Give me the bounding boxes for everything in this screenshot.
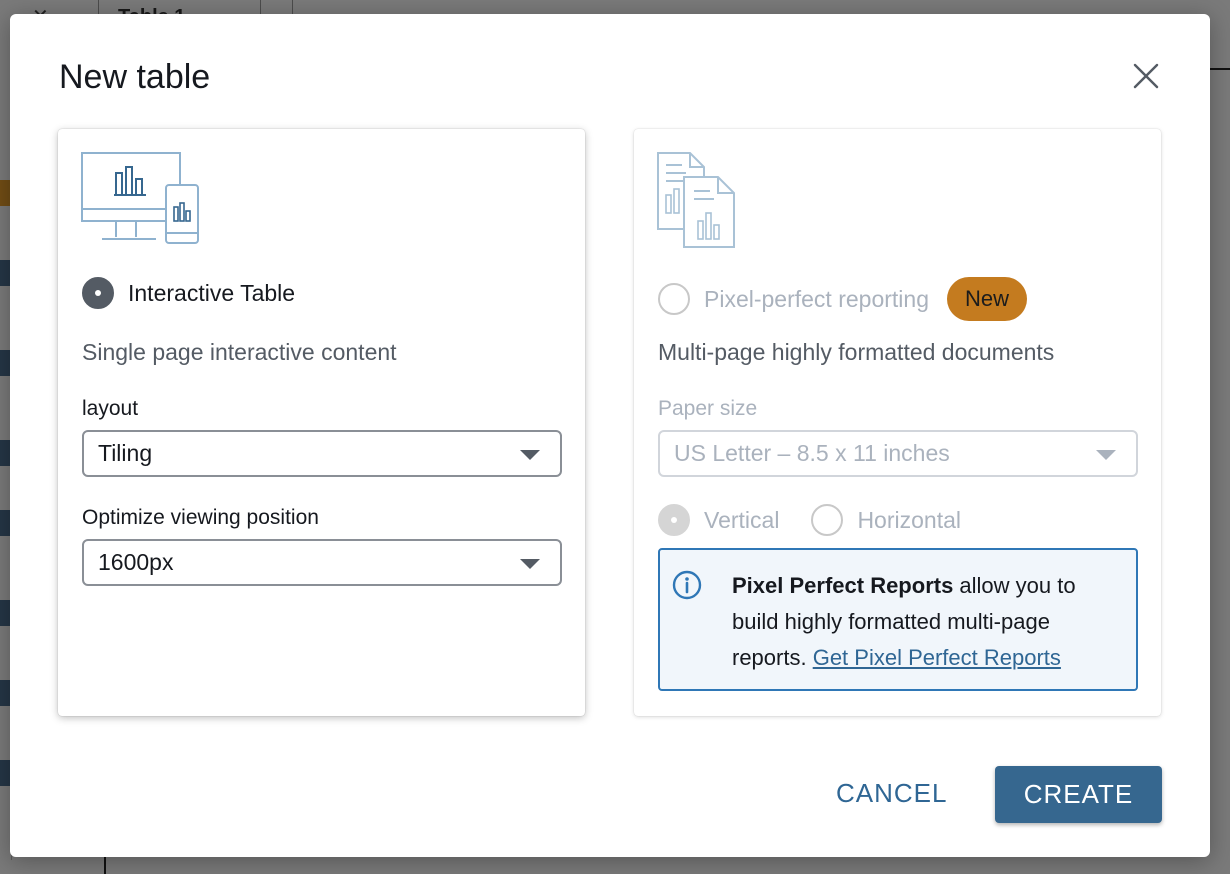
orientation-vertical-option[interactable]: Vertical — [658, 504, 779, 536]
interactive-table-radio[interactable] — [82, 277, 114, 309]
orientation-horizontal-radio[interactable] — [811, 504, 844, 536]
pixel-perfect-option[interactable]: Pixel-perfect reporting New — [658, 277, 1028, 321]
interactive-table-description: Single page interactive content — [82, 339, 397, 365]
new-table-dialog: New table Interactive Table Single page … — [10, 14, 1210, 857]
orientation-horizontal-option[interactable]: Horizontal — [811, 504, 961, 536]
interactive-table-label: Interactive Table — [128, 279, 296, 306]
interactive-table-card[interactable]: Interactive Table Single page interactiv… — [58, 129, 585, 716]
pixel-perfect-label: Pixel-perfect reporting — [704, 285, 929, 312]
layout-select[interactable]: Tiling — [82, 430, 562, 477]
info-text: Pixel Perfect Reports allow you to build… — [732, 568, 1127, 676]
get-pixel-perfect-link[interactable]: Get Pixel Perfect Reports — [813, 645, 1061, 670]
viewing-position-label: Optimize viewing position — [82, 506, 319, 529]
paper-size-select[interactable]: US Letter – 8.5 x 11 inches — [658, 430, 1138, 477]
info-bold-text: Pixel Perfect Reports — [732, 573, 954, 598]
layout-select-value: Tiling — [98, 440, 153, 466]
dialog-title: New table — [59, 58, 211, 96]
orientation-horizontal-label: Horizontal — [857, 506, 961, 533]
pixel-perfect-description: Multi-page highly formatted documents — [658, 339, 1055, 365]
chevron-down-icon — [520, 559, 540, 569]
viewing-position-value: 1600px — [98, 549, 174, 575]
layout-label: layout — [82, 397, 139, 420]
desktop-mobile-chart-icon — [80, 151, 202, 252]
documents-chart-icon — [656, 151, 738, 254]
chevron-down-icon — [520, 450, 540, 460]
pixel-perfect-card[interactable]: Pixel-perfect reporting New Multi-page h… — [634, 129, 1161, 716]
orientation-vertical-label: Vertical — [704, 506, 780, 533]
info-alert: Pixel Perfect Reports allow you to build… — [658, 548, 1138, 691]
close-icon[interactable] — [1130, 60, 1162, 92]
chevron-down-icon — [1096, 450, 1116, 460]
info-icon — [672, 570, 702, 600]
paper-size-value: US Letter – 8.5 x 11 inches — [674, 440, 950, 466]
pixel-perfect-radio[interactable] — [658, 283, 690, 315]
orientation-vertical-radio[interactable] — [658, 504, 690, 536]
interactive-table-option[interactable]: Interactive Table — [82, 277, 295, 309]
paper-size-label: Paper size — [658, 397, 758, 420]
viewing-position-select[interactable]: 1600px — [82, 539, 562, 586]
cancel-button[interactable]: CANCEL — [836, 778, 947, 809]
orientation-group: Vertical Horizontal — [658, 504, 993, 536]
new-badge: New — [947, 277, 1028, 321]
create-button[interactable]: CREATE — [995, 766, 1162, 823]
